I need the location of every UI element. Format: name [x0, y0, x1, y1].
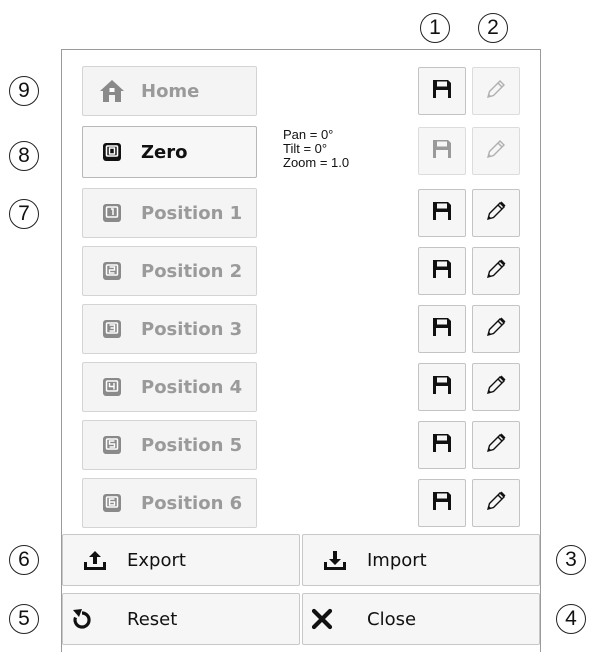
pencil-icon — [484, 373, 508, 401]
import-label: Import — [367, 549, 427, 571]
edit-zero-button[interactable] — [472, 127, 520, 175]
zero-label: Zero — [141, 141, 188, 163]
key-5-icon — [83, 435, 141, 455]
position-1-label: Position 1 — [141, 202, 243, 224]
callout-4: 4 — [556, 604, 586, 634]
pencil-icon — [484, 257, 508, 285]
export-label: Export — [127, 549, 186, 571]
save-icon — [431, 78, 453, 104]
upload-icon — [63, 548, 127, 572]
key-0-icon — [83, 142, 141, 162]
callout-7: 7 — [9, 199, 39, 229]
position-2-button[interactable]: Position 2 — [82, 246, 257, 296]
key-4-icon — [83, 377, 141, 397]
callout-6: 6 — [9, 545, 39, 575]
close-label: Close — [367, 608, 417, 630]
save-icon — [431, 374, 453, 400]
position-6-label: Position 6 — [141, 492, 243, 514]
callout-8: 8 — [9, 141, 39, 171]
export-button[interactable]: Export — [62, 534, 300, 586]
key-1-icon — [83, 203, 141, 223]
save-position-3-button[interactable] — [418, 305, 466, 353]
key-2-icon — [83, 261, 141, 281]
save-icon — [431, 490, 453, 516]
edit-position-3-button[interactable] — [472, 305, 520, 353]
edit-position-1-button[interactable] — [472, 189, 520, 237]
pencil-icon — [484, 431, 508, 459]
close-icon — [303, 608, 341, 630]
import-button[interactable]: Import — [302, 534, 540, 586]
position-5-label: Position 5 — [141, 434, 243, 456]
pencil-icon — [484, 137, 508, 165]
position-3-label: Position 3 — [141, 318, 243, 340]
edit-position-5-button[interactable] — [472, 421, 520, 469]
pencil-icon — [484, 489, 508, 517]
edit-position-2-button[interactable] — [472, 247, 520, 295]
close-button[interactable]: Close — [302, 593, 540, 645]
callout-1: 1 — [420, 13, 450, 43]
callout-2: 2 — [478, 13, 508, 43]
save-home-button[interactable] — [418, 67, 466, 115]
refresh-icon — [63, 608, 101, 630]
position-6-button[interactable]: Position 6 — [82, 478, 257, 528]
home-label: Home — [141, 80, 200, 102]
position-4-button[interactable]: Position 4 — [82, 362, 257, 412]
edit-position-4-button[interactable] — [472, 363, 520, 411]
save-icon — [431, 258, 453, 284]
download-icon — [303, 548, 367, 572]
zoom-value: Zoom = 1.0 — [283, 155, 350, 170]
callout-5: 5 — [9, 604, 39, 634]
edit-position-6-button[interactable] — [472, 479, 520, 527]
save-position-2-button[interactable] — [418, 247, 466, 295]
save-position-1-button[interactable] — [418, 189, 466, 237]
save-position-4-button[interactable] — [418, 363, 466, 411]
position-5-button[interactable]: Position 5 — [82, 420, 257, 470]
position-2-label: Position 2 — [141, 260, 243, 282]
edit-home-button[interactable] — [472, 67, 520, 115]
home-icon — [83, 79, 141, 103]
reset-button[interactable]: Reset — [62, 593, 300, 645]
position-4-label: Position 4 — [141, 376, 243, 398]
ptz-readout: Pan = 0° Tilt = 0° Zoom = 1.0 — [283, 128, 349, 170]
pencil-icon — [484, 199, 508, 227]
pencil-icon — [484, 315, 508, 343]
key-6-icon — [83, 493, 141, 513]
save-icon — [431, 316, 453, 342]
save-icon — [431, 432, 453, 458]
pencil-icon — [484, 77, 508, 105]
zero-button[interactable]: Zero — [82, 126, 257, 178]
reset-label: Reset — [127, 608, 178, 630]
save-position-6-button[interactable] — [418, 479, 466, 527]
callout-9: 9 — [9, 76, 39, 106]
save-position-5-button[interactable] — [418, 421, 466, 469]
key-3-icon — [83, 319, 141, 339]
position-3-button[interactable]: Position 3 — [82, 304, 257, 354]
tilt-value: Tilt = 0° — [283, 141, 328, 156]
pan-value: Pan = 0° — [283, 127, 334, 142]
save-icon — [431, 200, 453, 226]
callout-3: 3 — [556, 545, 586, 575]
save-zero-button[interactable] — [418, 127, 466, 175]
save-icon — [431, 138, 453, 164]
position-1-button[interactable]: Position 1 — [82, 188, 257, 238]
home-button[interactable]: Home — [82, 66, 257, 116]
